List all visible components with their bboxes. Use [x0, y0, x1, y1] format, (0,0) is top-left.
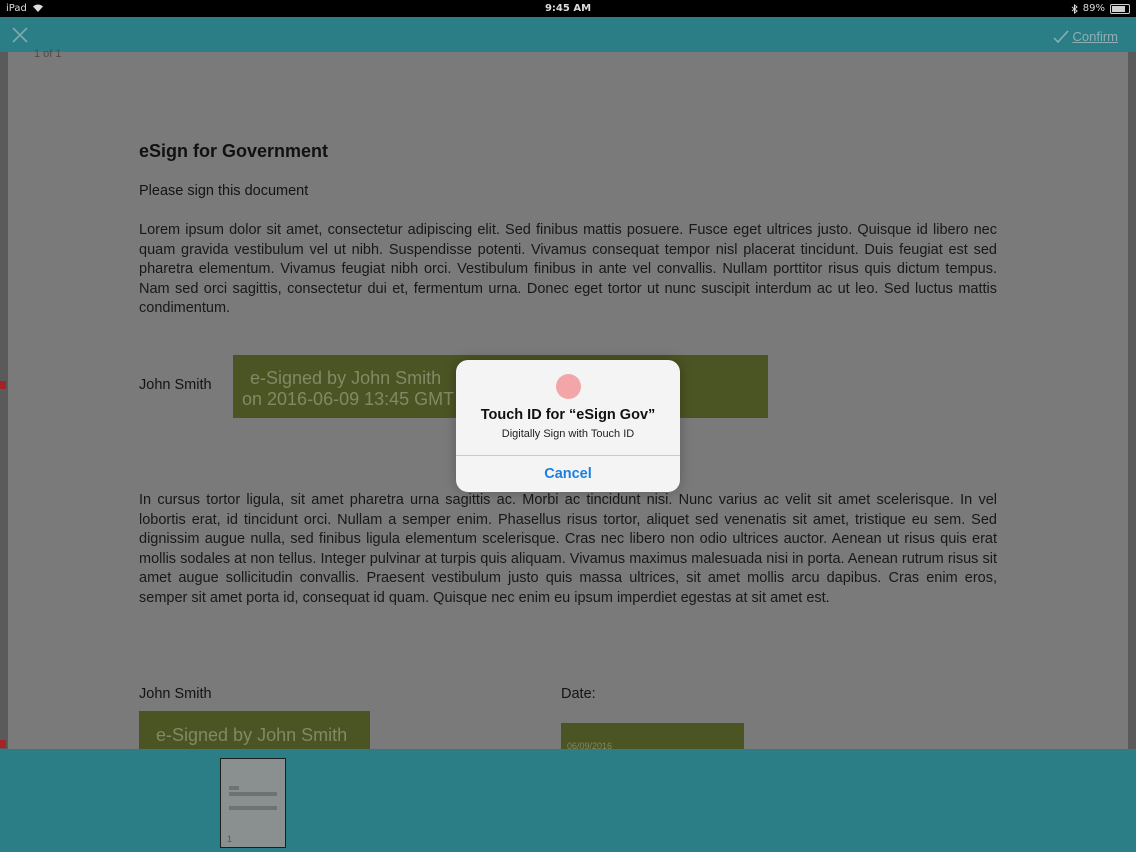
cancel-button[interactable]: Cancel: [456, 456, 680, 492]
fingerprint-icon: [556, 374, 581, 399]
touch-id-alert: Touch ID for “eSign Gov” Digitally Sign …: [456, 360, 680, 492]
alert-message: Digitally Sign with Touch ID: [501, 428, 635, 440]
alert-title: Touch ID for “eSign Gov”: [480, 407, 656, 423]
